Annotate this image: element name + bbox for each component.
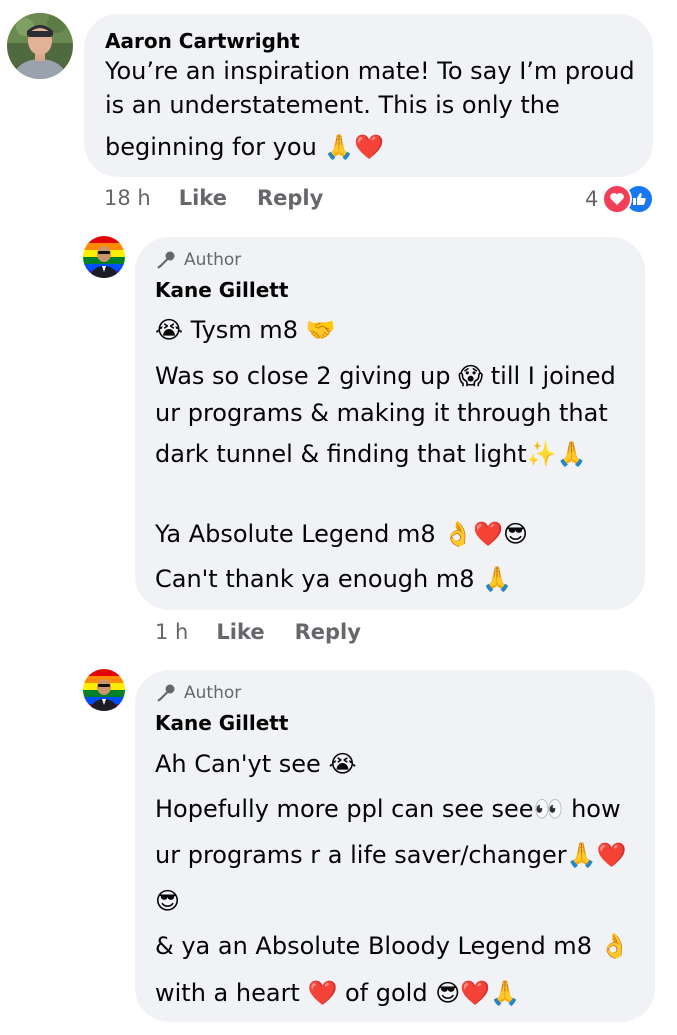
comment-text: Ah Can'yt see 😭 Hopefully more ppl can s… [155,749,650,1019]
comment-author[interactable]: Kane Gillett [155,711,288,735]
reaction-count: 4 [585,187,599,211]
author-badge-label: Author [184,250,242,270]
reply-button[interactable]: Reply [295,620,361,644]
comment-line: & ya an Absolute Bloody Legend m8 👌 [155,932,630,960]
comment-text: 😭 Tysm m8 🤝 Was so close 2 giving up 😱 t… [155,315,635,605]
comment-line: ur programs r a life saver/changer🙏❤️ [155,841,627,869]
microphone-icon [157,251,175,269]
comment-line: Can't thank ya enough m8 🙏 [155,565,513,593]
comment-bubble: Author Kane Gillett 😭 Tysm m8 🤝 Was so c… [135,237,645,610]
avatar[interactable] [83,669,125,711]
comment-line: is an understatement. This is only the [105,91,560,119]
author-badge: Author [156,683,241,703]
like-button[interactable]: Like [179,186,227,210]
comment-line: Ah Can'yt see 😭 [155,750,357,778]
comment-line: 😎 [155,887,181,915]
avatar[interactable] [7,13,73,79]
comment-text: You’re an inspiration mate! To say I’m p… [105,56,645,176]
comment-author[interactable]: Kane Gillett [155,278,288,302]
comment-timestamp[interactable]: 1 h [155,620,188,644]
comment-line: beginning for you 🙏❤️ [105,133,385,161]
author-badge: Author [156,250,241,270]
rainbow-avatar [83,669,125,711]
comment-line: You’re an inspiration mate! To say I’m p… [105,57,635,85]
comment-author[interactable]: Aaron Cartwright [105,29,300,53]
profile-photo [7,13,73,79]
comment-line: with a heart ❤️ of gold 😎❤️🙏 [155,979,520,1007]
comment-line: Ya Absolute Legend m8 👌❤️😎 [155,520,529,548]
author-badge-label: Author [184,683,242,703]
comment-bubble: Aaron Cartwright You’re an inspiration m… [84,14,653,177]
comment-bubble: Author Kane Gillett Ah Can'yt see 😭 Hope… [135,670,655,1022]
comment-line: Was so close 2 giving up 😱 till I joined [155,362,616,390]
rainbow-avatar [83,236,125,278]
avatar[interactable] [83,236,125,278]
reply-button[interactable]: Reply [257,186,323,210]
comment-line: 😭 Tysm m8 🤝 [155,316,336,344]
comment-line: ur programs & making it through that [155,399,608,427]
comment-line: dark tunnel & finding that light✨🙏 [155,440,587,468]
comment-actions: 18 h Like Reply [104,186,353,210]
like-button[interactable]: Like [216,620,264,644]
comment-timestamp[interactable]: 18 h [104,186,151,210]
comment-line: Hopefully more ppl can see see👀 how [155,795,621,823]
comment-actions: 1 h Like Reply [155,620,391,644]
microphone-icon [157,684,175,702]
reaction-summary[interactable]: 4 [585,184,655,214]
